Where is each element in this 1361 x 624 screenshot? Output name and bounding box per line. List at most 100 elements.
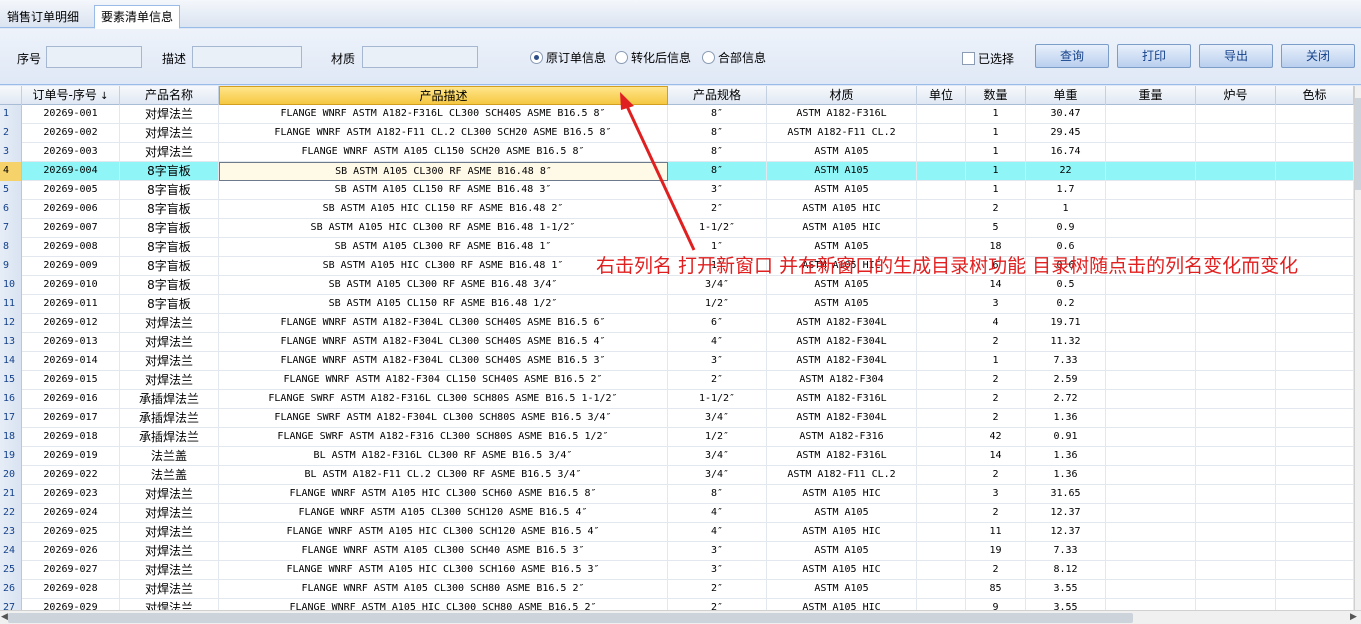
table-cell[interactable]: 4″: [668, 523, 767, 542]
table-cell[interactable]: 8字盲板: [120, 181, 219, 200]
table-cell[interactable]: [1276, 200, 1354, 219]
row-number[interactable]: 7: [0, 219, 22, 238]
table-row[interactable]: 5 20269-005 8字盲板 SB ASTM A105 CL150 RF ASME…: [0, 181, 1354, 200]
table-cell[interactable]: 20269-004: [22, 162, 120, 181]
table-cell[interactable]: ASTM A182-F304L: [767, 333, 917, 352]
table-row[interactable]: 26 20269-028 对焊法兰 FLANGE WNRF ASTM A105 CL3…: [0, 580, 1354, 599]
row-number[interactable]: 5: [0, 181, 22, 200]
desc-input[interactable]: [192, 46, 302, 68]
table-cell[interactable]: ASTM A105: [767, 143, 917, 162]
table-cell[interactable]: ASTM A105: [767, 580, 917, 599]
table-cell[interactable]: 20269-012: [22, 314, 120, 333]
table-row[interactable]: 13 20269-013 对焊法兰 FLANGE WNRF ASTM A182-F30…: [0, 333, 1354, 352]
table-cell[interactable]: ASTM A182-F304L: [767, 352, 917, 371]
table-cell[interactable]: 1: [966, 143, 1026, 162]
column-header[interactable]: 单重: [1026, 86, 1106, 105]
table-cell[interactable]: [1276, 352, 1354, 371]
row-number[interactable]: 18: [0, 428, 22, 447]
table-cell[interactable]: [1196, 504, 1276, 523]
seq-input[interactable]: [46, 46, 142, 68]
table-cell[interactable]: [1276, 466, 1354, 485]
table-row[interactable]: 3 20269-003 对焊法兰 FLANGE WNRF ASTM A105 CL15…: [0, 143, 1354, 162]
table-cell[interactable]: 11.32: [1026, 333, 1106, 352]
row-number[interactable]: 21: [0, 485, 22, 504]
tab-element-list[interactable]: 要素清单信息: [94, 5, 180, 29]
table-cell[interactable]: 1: [966, 181, 1026, 200]
table-row[interactable]: 11 20269-011 8字盲板 SB ASTM A105 CL150 RF ASM…: [0, 295, 1354, 314]
table-cell[interactable]: 3: [966, 485, 1026, 504]
table-cell[interactable]: 20269-005: [22, 181, 120, 200]
horizontal-scroll-thumb[interactable]: [8, 613, 1133, 623]
table-cell[interactable]: ASTM A105: [767, 181, 917, 200]
table-cell[interactable]: 1: [966, 162, 1026, 181]
table-cell[interactable]: 1.36: [1026, 409, 1106, 428]
table-cell[interactable]: [1196, 561, 1276, 580]
table-cell[interactable]: 8″: [668, 162, 767, 181]
table-cell[interactable]: ASTM A105: [767, 542, 917, 561]
table-cell[interactable]: 3″: [668, 542, 767, 561]
table-cell[interactable]: 对焊法兰: [120, 504, 219, 523]
row-number[interactable]: 13: [0, 333, 22, 352]
table-cell[interactable]: [1196, 333, 1276, 352]
table-cell[interactable]: [1196, 200, 1276, 219]
table-cell[interactable]: 4″: [668, 504, 767, 523]
table-cell[interactable]: [1106, 390, 1196, 409]
table-cell[interactable]: 对焊法兰: [120, 485, 219, 504]
table-cell[interactable]: FLANGE WNRF ASTM A182-F316L CL300 SCH40S…: [219, 105, 668, 124]
table-cell[interactable]: ASTM A105: [767, 504, 917, 523]
table-cell[interactable]: 对焊法兰: [120, 523, 219, 542]
table-row[interactable]: 24 20269-026 对焊法兰 FLANGE WNRF ASTM A105 CL3…: [0, 542, 1354, 561]
table-cell[interactable]: 12.37: [1026, 504, 1106, 523]
table-cell[interactable]: [1276, 542, 1354, 561]
table-cell[interactable]: [1196, 466, 1276, 485]
table-row[interactable]: 19 20269-019 法兰盖 BL ASTM A182-F316L CL300 R…: [0, 447, 1354, 466]
table-cell[interactable]: 1: [966, 352, 1026, 371]
table-cell[interactable]: 20269-003: [22, 143, 120, 162]
column-header[interactable]: 色标: [1276, 86, 1354, 105]
table-cell[interactable]: 1/2″: [668, 295, 767, 314]
row-number[interactable]: 6: [0, 200, 22, 219]
table-cell[interactable]: [1106, 485, 1196, 504]
table-cell[interactable]: 2: [966, 371, 1026, 390]
table-cell[interactable]: [1106, 599, 1196, 610]
table-cell[interactable]: 2: [966, 561, 1026, 580]
table-cell[interactable]: 20269-013: [22, 333, 120, 352]
row-number[interactable]: 2: [0, 124, 22, 143]
table-cell[interactable]: 20269-009: [22, 257, 120, 276]
table-cell[interactable]: 20269-017: [22, 409, 120, 428]
table-cell[interactable]: 3/4″: [668, 409, 767, 428]
table-cell[interactable]: 3″: [668, 181, 767, 200]
row-number[interactable]: 22: [0, 504, 22, 523]
export-button[interactable]: 导出: [1199, 44, 1273, 68]
table-cell[interactable]: [1276, 181, 1354, 200]
table-cell[interactable]: [1196, 162, 1276, 181]
row-number[interactable]: 23: [0, 523, 22, 542]
table-cell[interactable]: [917, 143, 966, 162]
table-cell[interactable]: 5: [966, 219, 1026, 238]
column-header[interactable]: 重量: [1106, 86, 1196, 105]
table-row[interactable]: 23 20269-025 对焊法兰 FLANGE WNRF ASTM A105 HIC…: [0, 523, 1354, 542]
table-row[interactable]: 17 20269-017 承插焊法兰 FLANGE SWRF ASTM A182-F3…: [0, 409, 1354, 428]
table-cell[interactable]: [1276, 143, 1354, 162]
table-cell[interactable]: [917, 599, 966, 610]
table-cell[interactable]: 承插焊法兰: [120, 390, 219, 409]
table-cell[interactable]: FLANGE WNRF ASTM A105 HIC CL300 SCH60 AS…: [219, 485, 668, 504]
table-cell[interactable]: 11: [966, 523, 1026, 542]
table-cell[interactable]: [1106, 143, 1196, 162]
table-cell[interactable]: 8″: [668, 105, 767, 124]
table-cell[interactable]: FLANGE SWRF ASTM A182-F316L CL300 SCH80S…: [219, 390, 668, 409]
table-cell[interactable]: [1106, 504, 1196, 523]
table-cell[interactable]: FLANGE WNRF ASTM A182-F304L CL300 SCH40S…: [219, 314, 668, 333]
table-cell[interactable]: 8字盲板: [120, 257, 219, 276]
table-cell[interactable]: 对焊法兰: [120, 561, 219, 580]
table-cell[interactable]: 7.33: [1026, 352, 1106, 371]
table-cell[interactable]: 1.36: [1026, 447, 1106, 466]
table-cell[interactable]: [917, 352, 966, 371]
table-cell[interactable]: 2: [966, 504, 1026, 523]
table-cell[interactable]: 对焊法兰: [120, 333, 219, 352]
table-cell[interactable]: 20269-014: [22, 352, 120, 371]
table-cell[interactable]: 3: [966, 295, 1026, 314]
table-cell[interactable]: [917, 561, 966, 580]
table-cell[interactable]: [1106, 466, 1196, 485]
row-number[interactable]: 4: [0, 162, 22, 181]
